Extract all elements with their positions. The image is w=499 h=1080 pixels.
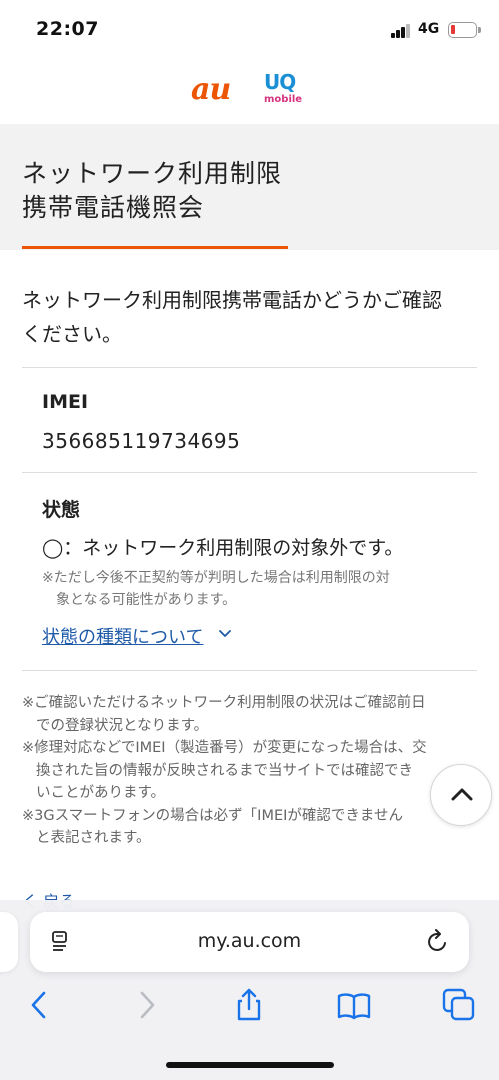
page-title-line-1: ネットワーク利用制限 (22, 159, 283, 188)
site-header: au UQ mobile (0, 58, 499, 124)
status-types-link[interactable]: 状態の種類について (42, 623, 203, 649)
status-value: ◯：ネットワーク利用制限の対象外です。 (42, 537, 404, 559)
back-arrow-icon[interactable] (22, 987, 58, 1023)
url-text[interactable]: my.au.com (30, 930, 469, 952)
scroll-to-top-button[interactable] (430, 764, 492, 826)
home-indicator (166, 1062, 334, 1068)
status-bar: 22:07 4G (0, 0, 499, 58)
chevron-up-icon (451, 788, 473, 801)
imei-label: IMEI (42, 391, 89, 413)
divider (22, 670, 477, 671)
cellular-signal-icon (391, 24, 411, 38)
reload-icon[interactable] (426, 929, 450, 955)
divider (22, 367, 477, 368)
au-logo[interactable]: au (191, 72, 231, 107)
footnotes: ※ご確認いただけるネットワーク利用制限の状況はご確認前日 での登録状況となります… (22, 695, 427, 846)
status-label: 状態 (42, 499, 81, 521)
previous-tab-preview[interactable] (0, 912, 18, 972)
address-bar[interactable]: my.au.com (30, 912, 469, 972)
divider (22, 472, 477, 473)
imei-value: 356685119734695 (42, 429, 241, 453)
battery-icon (448, 22, 481, 38)
chevron-down-icon[interactable] (218, 627, 232, 641)
network-type: 4G (418, 21, 440, 37)
intro-text: ネットワーク利用制限携帯電話かどうかご確認 ください。 (22, 288, 442, 346)
status-note: ※ただし今後不正契約等が判明した場合は利用制限の対 象となる可能性があります。 (42, 570, 390, 608)
uq-mobile-logo[interactable]: UQ mobile (264, 70, 304, 110)
share-icon[interactable] (231, 987, 267, 1023)
page-title-line-2: 携帯電話機照会 (22, 193, 205, 222)
page-title-band: ネットワーク利用制限 携帯電話機照会 (0, 124, 499, 250)
tabs-icon[interactable] (441, 987, 477, 1023)
status-time: 22:07 (36, 18, 99, 40)
title-accent-underline (22, 246, 288, 249)
forward-arrow-icon[interactable] (128, 987, 164, 1023)
bookmarks-icon[interactable] (336, 987, 372, 1023)
